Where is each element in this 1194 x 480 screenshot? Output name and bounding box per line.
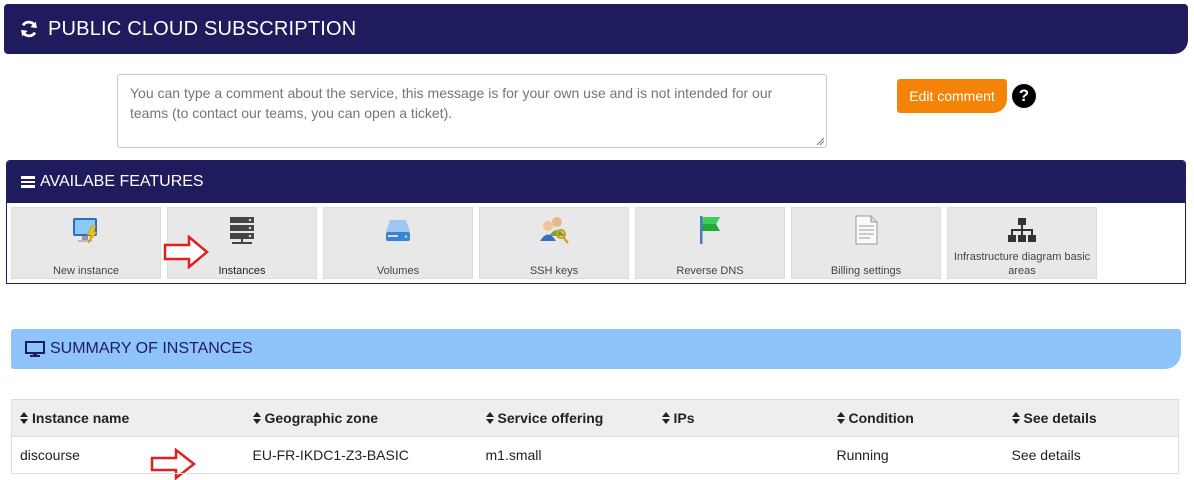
desktop-icon: [25, 341, 45, 357]
users-key-icon: [537, 213, 571, 247]
summary-header: SUMMARY OF INSTANCES: [11, 329, 1181, 369]
green-flag-icon: [693, 213, 727, 247]
feature-volumes[interactable]: Volumes: [323, 207, 473, 279]
sort-icon: [252, 412, 261, 424]
feature-infrastructure-diagram[interactable]: Infrastructure diagram basic areas: [947, 207, 1097, 279]
sitemap-icon: [1005, 213, 1039, 247]
column-label: Condition: [848, 410, 914, 426]
cell-condition: Running: [828, 436, 1004, 474]
disk-drive-icon: [381, 213, 415, 247]
column-label: See details: [1023, 410, 1097, 426]
column-header-see-details[interactable]: See details: [1003, 399, 1179, 437]
feature-ssh-keys[interactable]: SSH keys: [479, 207, 629, 279]
cell-service-offering: m1.small: [477, 436, 654, 474]
table-header-row: Instance name Geographic zone Service of…: [11, 399, 1179, 437]
server-stack-icon: [225, 213, 259, 247]
feature-label: Billing settings: [830, 265, 902, 277]
sort-icon: [836, 412, 845, 424]
edit-comment-button[interactable]: Edit comment: [897, 79, 1007, 113]
monitor-lightning-icon: [69, 213, 103, 247]
page-header: PUBLIC CLOUD SUBSCRIPTION: [4, 4, 1188, 54]
cell-instance-name: discourse: [11, 436, 245, 474]
see-details-link[interactable]: See details: [1003, 436, 1179, 474]
column-label: Geographic zone: [264, 410, 379, 426]
help-icon[interactable]: ?: [1012, 84, 1036, 108]
sort-icon: [1011, 412, 1020, 424]
cell-geographic-zone: EU-FR-IKDC1-Z3-BASIC: [244, 436, 478, 474]
annotation-arrow-icon: [163, 235, 209, 269]
column-label: IPs: [673, 410, 695, 426]
summary-title: SUMMARY OF INSTANCES: [50, 340, 253, 357]
feature-label: Volumes: [376, 265, 420, 277]
features-title: AVAILABE FEATURES: [40, 173, 204, 190]
column-header-condition[interactable]: Condition: [828, 399, 1004, 437]
resize-grip-icon[interactable]: [815, 136, 825, 146]
feature-label: Infrastructure diagram basic areas: [953, 251, 1091, 277]
column-header-instance-name[interactable]: Instance name: [11, 399, 245, 437]
feature-reverse-dns[interactable]: Reverse DNS: [635, 207, 785, 279]
sort-icon: [485, 412, 494, 424]
comment-textarea[interactable]: [117, 74, 827, 148]
column-label: Instance name: [32, 410, 130, 426]
column-header-ips[interactable]: IPs: [653, 399, 829, 437]
sort-icon: [661, 412, 670, 424]
column-header-service-offering[interactable]: Service offering: [477, 399, 654, 437]
instances-table: Instance name Geographic zone Service of…: [11, 399, 1179, 474]
feature-label: SSH keys: [529, 265, 579, 277]
table-row[interactable]: discourse EU-FR-IKDC1-Z3-BASIC m1.small …: [11, 436, 1179, 474]
feature-label: Instances: [218, 265, 266, 277]
page-title: PUBLIC CLOUD SUBSCRIPTION: [48, 17, 357, 40]
feature-billing-settings[interactable]: Billing settings: [791, 207, 941, 279]
document-icon: [849, 213, 883, 247]
sort-icon: [20, 412, 28, 424]
bars-icon: [21, 176, 35, 188]
cell-ips: [653, 436, 829, 474]
feature-label: New instance: [52, 265, 120, 277]
column-label: Service offering: [497, 410, 604, 426]
column-header-geographic-zone[interactable]: Geographic zone: [244, 399, 478, 437]
features-header: AVAILABE FEATURES: [7, 161, 1185, 203]
feature-label: Reverse DNS: [676, 265, 744, 277]
feature-new-instance[interactable]: New instance: [11, 207, 161, 279]
refresh-icon[interactable]: [18, 18, 40, 40]
